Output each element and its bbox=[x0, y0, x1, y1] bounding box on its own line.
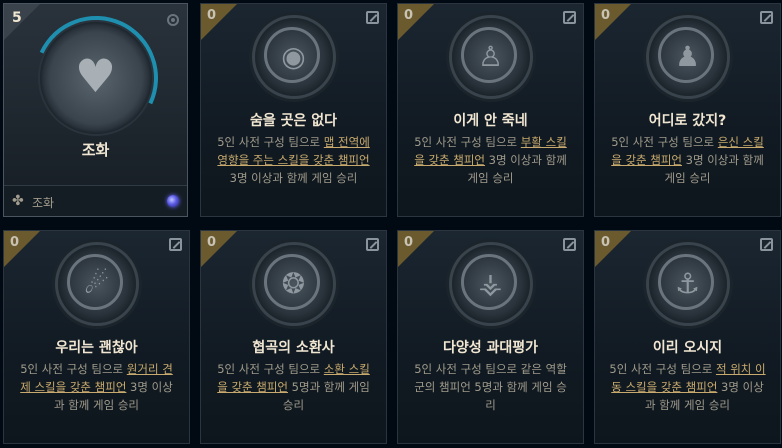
card-description: 5인 사전 구성 팀으로 원거리 견제 스킬을 갖춘 챔피언 3명 이상과 함께… bbox=[20, 362, 173, 412]
card-description: 5인 사전 구성 팀으로 은신 스킬을 갖춘 챔피언 3명 이상과 함께 게임 … bbox=[611, 135, 764, 185]
card-title: 우리는 괜찮아 bbox=[55, 340, 138, 356]
challenge-card[interactable]: 0 ♟ 어디로 갔지? 5인 사전 구성 팀으로 은신 스킬을 갖춘 챔피언 3… bbox=[594, 3, 781, 217]
level-number: 0 bbox=[10, 235, 20, 250]
challenge-card[interactable]: 0 ❂ 협곡의 소환사 5인 사전 구성 팀으로 소환 스킬을 갖춘 챔피언 5… bbox=[200, 230, 387, 444]
card-title: 어디로 갔지? bbox=[648, 113, 727, 129]
level-number: 0 bbox=[601, 235, 611, 250]
card-title: 이게 안 죽네 bbox=[453, 113, 528, 129]
featured-challenge-card[interactable]: 5 ♥ 조화 ✤ 조화 bbox=[3, 3, 188, 217]
challenge-card[interactable]: 0 ◉ 숨을 곳은 없다 5인 사전 구성 팀으로 맵 전역에 영향을 주는 스… bbox=[200, 3, 387, 217]
card-description: 5인 사전 구성 팀으로 같은 역할군의 챔피언 5명과 함께 게임 승리 bbox=[414, 362, 567, 412]
tier-icon bbox=[760, 238, 773, 251]
category-label: 조화 bbox=[32, 196, 55, 210]
challenge-card[interactable]: 0 ⚓ 이리 오시지 5인 사전 구성 팀으로 적 위치 이동 스킬을 갖춘 챔… bbox=[594, 230, 781, 444]
category-icon: ✤ bbox=[12, 193, 24, 209]
level-number: 5 bbox=[12, 10, 22, 26]
tier-icon bbox=[563, 11, 576, 24]
card-title: 이리 오시지 bbox=[652, 340, 723, 356]
tier-icon bbox=[366, 11, 379, 24]
tier-icon bbox=[563, 238, 576, 251]
bear-icon: ❂ bbox=[254, 245, 333, 323]
level-number: 0 bbox=[207, 235, 217, 250]
card-description: 5인 사전 구성 팀으로 소환 스킬을 갖춘 챔피언 5명과 함께 게임 승리 bbox=[217, 362, 370, 412]
card-footer: ✤ 조화 bbox=[4, 185, 187, 216]
tier-icon bbox=[169, 238, 182, 251]
tier-icon bbox=[760, 11, 773, 24]
level-number: 0 bbox=[601, 8, 611, 23]
grab-hook-icon: ⚓ bbox=[648, 245, 727, 323]
arrows-fan-icon: ⚶ bbox=[451, 245, 530, 323]
tier-icon bbox=[366, 238, 379, 251]
reviving-figure-icon: ♙ bbox=[451, 18, 530, 96]
challenge-card[interactable]: 0 ♙ 이게 안 죽네 5인 사전 구성 팀으로 부활 스킬을 갖춘 챔피언 3… bbox=[397, 3, 584, 217]
challenge-card[interactable]: 0 ☄ 우리는 괜찮아 5인 사전 구성 팀으로 원거리 견제 스킬을 갖춘 챔… bbox=[3, 230, 190, 444]
card-title: 협곡의 소환사 bbox=[252, 340, 335, 356]
card-description: 5인 사전 구성 팀으로 적 위치 이동 스킬을 갖춘 챔피언 3명 이상과 함… bbox=[609, 362, 766, 412]
settings-icon[interactable] bbox=[167, 14, 179, 26]
card-title: 숨을 곳은 없다 bbox=[249, 113, 338, 129]
challenge-card[interactable]: 0 ⚶ 다양성 과대평가 5인 사전 구성 팀으로 같은 역할군의 챔피언 5명… bbox=[397, 230, 584, 444]
emblem-glyph: ♥ bbox=[74, 49, 117, 103]
level-number: 0 bbox=[207, 8, 217, 23]
crosshair-eye-icon: ◉ bbox=[254, 18, 333, 96]
level-number: 0 bbox=[404, 235, 414, 250]
card-title: 조화 bbox=[81, 141, 110, 159]
comet-icon: ☄ bbox=[57, 245, 136, 323]
hooded-figure-icon: ♟ bbox=[648, 18, 727, 96]
orb-icon bbox=[167, 195, 179, 207]
heart-crest-icon: ♥ bbox=[16, 4, 175, 158]
card-description: 5인 사전 구성 팀으로 맵 전역에 영향을 주는 스킬을 갖춘 챔피언 3명 … bbox=[217, 135, 370, 185]
card-title: 다양성 과대평가 bbox=[442, 340, 539, 356]
level-corner bbox=[4, 4, 40, 40]
level-number: 0 bbox=[404, 8, 414, 23]
card-description: 5인 사전 구성 팀으로 부활 스킬을 갖춘 챔피언 3명 이상과 함께 게임 … bbox=[414, 135, 567, 185]
